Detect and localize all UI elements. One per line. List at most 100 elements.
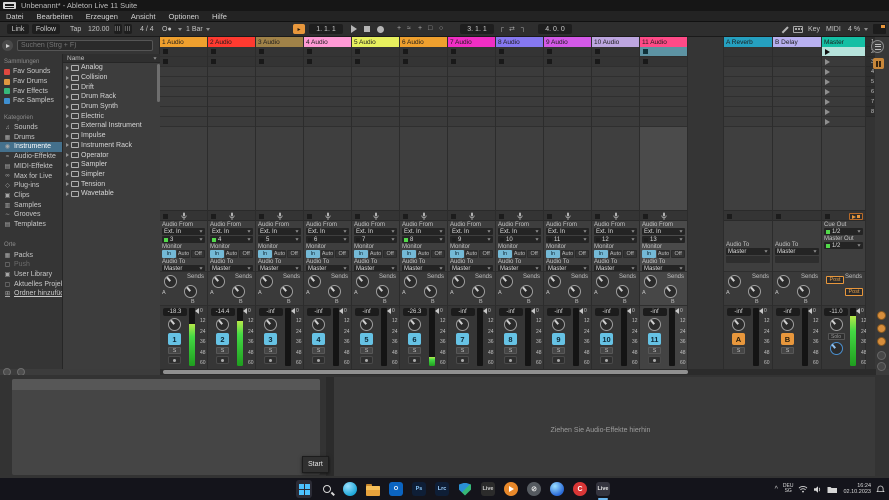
- fader-handle[interactable]: [195, 308, 199, 314]
- clip-stop-icon[interactable]: [403, 49, 408, 54]
- category-item[interactable]: ∞Max for Live: [0, 171, 62, 181]
- input-channel-chooser[interactable]: 12: [594, 236, 637, 243]
- input-type-chooser[interactable]: Ext. In: [642, 228, 685, 235]
- clip-stop-icon[interactable]: [355, 49, 360, 54]
- clip-stop-row[interactable]: [208, 210, 255, 221]
- track-activator-button[interactable]: 2: [216, 333, 229, 345]
- input-channel-chooser[interactable]: 13: [642, 236, 685, 243]
- clip-slot[interactable]: [448, 97, 495, 107]
- track-header[interactable]: 11 Audio: [640, 37, 687, 47]
- device-list-item[interactable]: Drum Synth: [63, 102, 160, 112]
- audio-track-strip[interactable]: 2 Audio Audio From Ext. In 4 Monitor In …: [208, 37, 256, 369]
- pan-knob[interactable]: [168, 318, 181, 331]
- input-type-chooser[interactable]: Ext. In: [306, 228, 349, 235]
- back-to-arrangement-icon[interactable]: [849, 213, 864, 220]
- clip-stop-icon[interactable]: [451, 49, 456, 54]
- clip-slot-grid[interactable]: [304, 47, 351, 127]
- clip-slot[interactable]: [256, 57, 303, 67]
- reenable-automation-icon[interactable]: +: [418, 25, 422, 32]
- scene-launch-button[interactable]: [822, 117, 865, 127]
- return-activator-button[interactable]: A: [732, 333, 745, 345]
- clip-slot-grid[interactable]: [448, 47, 495, 127]
- monitor-off-button[interactable]: Off: [479, 250, 493, 258]
- place-item[interactable]: ▦Packs: [0, 250, 62, 260]
- stop-clip-button[interactable]: [547, 214, 552, 219]
- menu-item[interactable]: Bearbeiten: [37, 12, 73, 21]
- pan-knob[interactable]: [504, 318, 517, 331]
- clip-slot[interactable]: [256, 77, 303, 87]
- arm-record-button[interactable]: [552, 356, 565, 364]
- volume-display[interactable]: -26.3: [403, 308, 427, 316]
- category-item[interactable]: ▣Clips: [0, 191, 62, 201]
- punch-in-icon[interactable]: ┌: [499, 25, 504, 32]
- input-channel-chooser[interactable]: 11: [546, 236, 589, 243]
- stop-clip-button[interactable]: [643, 214, 648, 219]
- volume-display[interactable]: -14.4: [211, 308, 235, 316]
- scene-launch-button[interactable]: [822, 107, 865, 117]
- onedrive-folder-icon[interactable]: [827, 485, 838, 494]
- track-activator-button[interactable]: 1: [168, 333, 181, 345]
- clip-slot[interactable]: [208, 87, 255, 97]
- input-channel-chooser[interactable]: 3: [162, 236, 205, 243]
- collection-item[interactable]: Fav Sounds: [0, 67, 62, 77]
- volume-display[interactable]: -inf: [451, 308, 475, 316]
- input-type-chooser[interactable]: Ext. In: [354, 228, 397, 235]
- clip-slot[interactable]: [448, 77, 495, 87]
- explorer-icon[interactable]: [365, 481, 381, 497]
- send-a-knob[interactable]: [404, 275, 417, 288]
- clip-stop-row[interactable]: [448, 210, 495, 221]
- audio-track-strip[interactable]: 6 Audio Audio From Ext. In 8 Monitor In …: [400, 37, 448, 369]
- clip-slot[interactable]: [256, 107, 303, 117]
- notification-bell-icon[interactable]: [876, 485, 885, 494]
- track-activator-button[interactable]: 6: [408, 333, 421, 345]
- monitor-auto-button[interactable]: Auto: [513, 250, 527, 258]
- arm-record-button[interactable]: [648, 356, 661, 364]
- show-io-toggle[interactable]: [877, 311, 886, 320]
- monitor-in-button[interactable]: In: [402, 250, 416, 258]
- clip-slot[interactable]: [160, 97, 207, 107]
- clip-slot-grid[interactable]: [544, 47, 591, 127]
- return-stop-row[interactable]: [773, 210, 821, 221]
- media-player-icon[interactable]: [503, 481, 519, 497]
- return-header[interactable]: A Reverb: [724, 37, 772, 47]
- draw-mode-icon[interactable]: [782, 26, 789, 33]
- show-sends-toggle[interactable]: [877, 324, 886, 333]
- track-header[interactable]: 3 Audio: [256, 37, 303, 47]
- clip-stop-icon[interactable]: [259, 59, 264, 64]
- solo-button[interactable]: S: [456, 347, 469, 354]
- clip-stop-icon[interactable]: [499, 59, 504, 64]
- output-chooser[interactable]: Master: [726, 248, 770, 255]
- time-signature[interactable]: 4 / 4: [140, 26, 154, 33]
- input-type-chooser[interactable]: Ext. In: [546, 228, 589, 235]
- clip-slot[interactable]: [592, 47, 639, 57]
- place-item[interactable]: ▣User Library: [0, 270, 62, 280]
- place-item[interactable]: ⊞Ordner hinzufügen: [0, 289, 62, 299]
- show-returns-toggle[interactable]: [877, 337, 886, 346]
- device-view-panel[interactable]: Ziehen Sie Audio-Effekte hierhin: [326, 377, 875, 476]
- track-activator-button[interactable]: 5: [360, 333, 373, 345]
- clip-slot[interactable]: [592, 87, 639, 97]
- track-header[interactable]: 9 Audio: [544, 37, 591, 47]
- input-type-chooser[interactable]: Ext. In: [162, 228, 205, 235]
- outlook-icon[interactable]: O: [388, 481, 404, 497]
- send-a-knob[interactable]: [212, 275, 225, 288]
- fader-handle[interactable]: [435, 308, 439, 314]
- send-a-knob[interactable]: [356, 275, 369, 288]
- category-item[interactable]: ≈Audio-Effekte: [0, 152, 62, 162]
- cpu-caret[interactable]: [864, 28, 868, 31]
- clip-stop-icon[interactable]: [595, 49, 600, 54]
- clip-stop-row[interactable]: [352, 210, 399, 221]
- monitor-auto-button[interactable]: Auto: [177, 250, 191, 258]
- clip-slot-grid[interactable]: [256, 47, 303, 127]
- clip-slot[interactable]: [400, 47, 447, 57]
- input-channel-chooser[interactable]: 7: [354, 236, 397, 243]
- monitor-in-button[interactable]: In: [210, 250, 224, 258]
- input-channel-chooser[interactable]: 9: [450, 236, 493, 243]
- clip-stop-row[interactable]: [304, 210, 351, 221]
- monitor-auto-button[interactable]: Auto: [369, 250, 383, 258]
- device-list-item[interactable]: External Instrument: [63, 121, 160, 131]
- clip-slot[interactable]: [352, 77, 399, 87]
- fader-handle[interactable]: [627, 308, 631, 314]
- clip-slot[interactable]: [352, 117, 399, 127]
- input-type-chooser[interactable]: Ext. In: [210, 228, 253, 235]
